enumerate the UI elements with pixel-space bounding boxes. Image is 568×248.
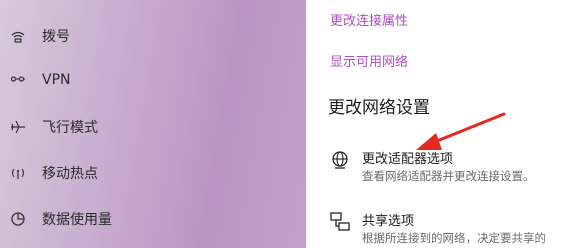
sidebar-item-label: 飞行模式 <box>42 120 98 136</box>
sidebar-item-label: 拨号 <box>42 29 70 45</box>
sidebar-item-data-usage[interactable]: 数据使用量 <box>0 199 306 239</box>
main-content: 更改连接属性 显示可用网络 更改网络设置 更改适配器选项 查看网络适配器并更改连… <box>306 0 568 248</box>
sharing-options[interactable]: 共享选项 根据所连接到的网络，决定要共享的 <box>306 208 568 248</box>
vpn-icon <box>10 72 26 88</box>
change-adapter-options[interactable]: 更改适配器选项 查看网络适配器并更改连接设置。 <box>306 146 568 186</box>
option-title: 更改适配器选项 <box>362 152 454 167</box>
section-title: 更改网络设置 <box>328 98 430 118</box>
dialup-icon <box>10 28 26 44</box>
data-usage-icon <box>10 211 26 227</box>
sharing-icon <box>328 210 352 234</box>
sidebar-item-label: 数据使用量 <box>42 212 112 228</box>
hotspot-icon <box>10 165 26 181</box>
option-title: 共享选项 <box>362 214 415 229</box>
sidebar-item-airplane-mode[interactable]: 飞行模式 <box>0 107 306 147</box>
show-available-networks-link[interactable]: 显示可用网络 <box>330 51 408 70</box>
option-description: 查看网络适配器并更改连接设置。 <box>362 169 535 183</box>
sidebar-item-vpn[interactable]: VPN <box>0 60 306 100</box>
sidebar-item-dialup[interactable]: 拨号 <box>0 16 306 56</box>
option-description: 根据所连接到的网络，决定要共享的 <box>362 231 546 245</box>
change-connection-properties-link[interactable]: 更改连接属性 <box>330 10 408 29</box>
adapter-icon <box>328 148 352 172</box>
sidebar-item-label: VPN <box>42 72 71 88</box>
airplane-icon <box>10 119 26 135</box>
sidebar: 拨号 VPN 飞行模式 移动热点 数据使用量 <box>0 0 306 248</box>
sidebar-item-label: 移动热点 <box>42 166 98 182</box>
sidebar-item-mobile-hotspot[interactable]: 移动热点 <box>0 153 306 193</box>
